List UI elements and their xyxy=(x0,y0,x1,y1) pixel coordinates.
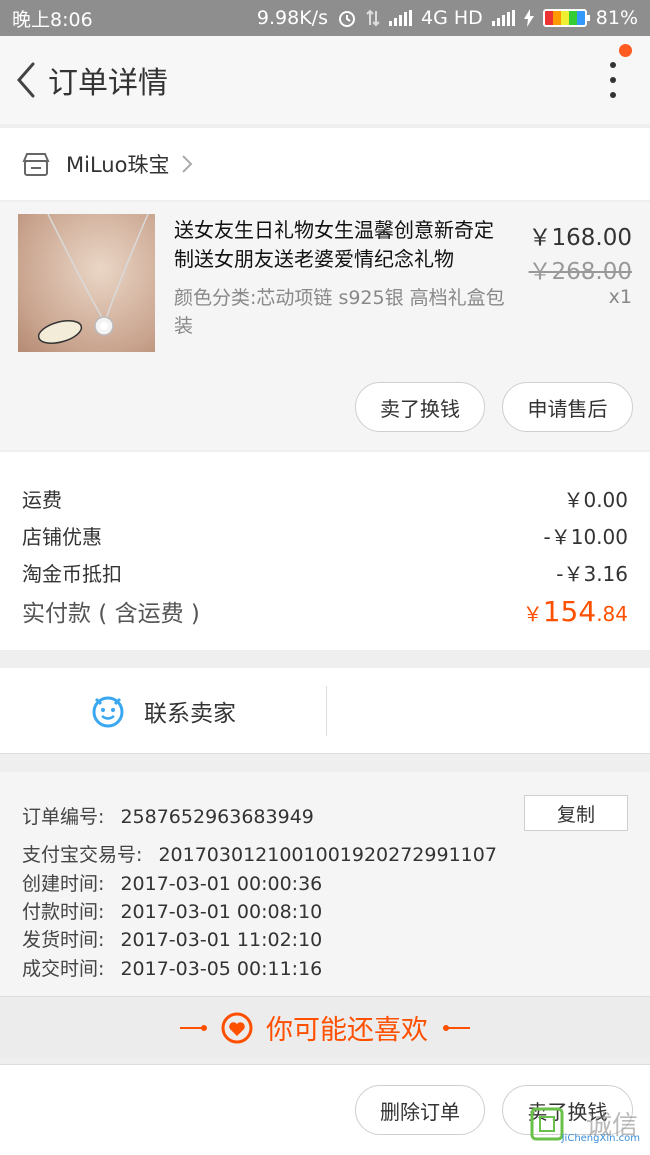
discount-value: -￥10.00 xyxy=(543,525,628,549)
order-number: 2587652963683949 xyxy=(120,806,314,828)
resell-button[interactable]: 卖了换钱 xyxy=(355,382,485,432)
shop-header[interactable]: MiLuo珠宝 xyxy=(0,128,650,200)
done-time: 2017-03-05 00:11:16 xyxy=(120,958,323,980)
coin-label: 淘金币抵扣 xyxy=(22,562,122,586)
page-title: 订单详情 xyxy=(48,66,168,101)
discount-row: 店铺优惠 -￥10.00 xyxy=(22,521,628,550)
bottom-bar: 删除订单 卖了换钱 诚信 JiChengXin.com xyxy=(0,1064,650,1155)
discount-label: 店铺优惠 xyxy=(22,525,102,549)
heart-icon xyxy=(221,1012,253,1043)
signal-icon-2 xyxy=(491,10,515,26)
status-bar: 晚上8:06 9.98K/s 4G HD 81% xyxy=(0,0,650,36)
order-info: 订单编号: 2587652963683949 复制 支付宝交易号: 201703… xyxy=(0,772,650,996)
product-spec: 颜色分类:芯动项链 s925银 高档礼盒包装 xyxy=(174,287,505,337)
paid-time: 2017-03-01 00:08:10 xyxy=(120,901,323,923)
signal-icon xyxy=(388,10,412,26)
battery-percent: 81% xyxy=(595,7,638,29)
alipay-row: 支付宝交易号: 2017030121001001920272991107 xyxy=(22,844,497,866)
coin-value: -￥3.16 xyxy=(556,562,628,586)
charging-icon xyxy=(523,9,534,27)
shipped-row: 发货时间: 2017-03-01 11:02:10 xyxy=(22,929,323,951)
network-speed: 9.98K/s xyxy=(256,7,328,29)
contact-seller-label: 联系卖家 xyxy=(144,701,236,727)
shipping-value: ￥0.00 xyxy=(563,488,628,512)
created-time: 2017-03-01 00:00:36 xyxy=(120,873,323,895)
recommend-header: 你可能还喜欢 xyxy=(0,996,650,1058)
order-number-row: 订单编号: 2587652963683949 xyxy=(22,806,314,828)
data-transfer-icon xyxy=(366,9,380,27)
contact-section: 联系卖家 xyxy=(0,668,650,754)
product-item[interactable]: 送女友生日礼物女生温馨创意新奇定制送女朋友送老婆爱情纪念礼物 颜色分类:芯动项链… xyxy=(0,202,650,450)
notification-dot xyxy=(619,44,632,57)
shipping-label: 运费 xyxy=(22,488,62,512)
copy-button[interactable]: 复制 xyxy=(524,795,628,831)
chevron-left-icon xyxy=(17,62,35,98)
chat-face-icon xyxy=(92,696,124,728)
line-arrow-icon xyxy=(180,1024,207,1031)
total-row: 实付款 ( 含运费 ) ￥154.84 xyxy=(22,594,628,628)
alipay-number: 2017030121001001920272991107 xyxy=(158,844,497,866)
chevron-right-icon xyxy=(182,155,193,173)
created-row: 创建时间: 2017-03-01 00:00:36 xyxy=(22,873,323,895)
product-title[interactable]: 送女友生日礼物女生温馨创意新奇定制送女朋友送老婆爱情纪念礼物 xyxy=(174,216,509,274)
shop-name: MiLuo珠宝 xyxy=(66,153,170,177)
total-label: 实付款 ( 含运费 ) xyxy=(22,601,200,627)
divider xyxy=(326,686,327,736)
nav-bar: 订单详情 xyxy=(0,36,650,124)
product-price: ￥168.00 xyxy=(528,225,632,251)
network-type: 4G HD xyxy=(420,7,483,29)
back-button[interactable] xyxy=(6,36,46,124)
coin-row: 淘金币抵扣 -￥3.16 xyxy=(22,558,628,587)
more-menu-button[interactable] xyxy=(606,62,620,98)
delete-order-button[interactable]: 删除订单 xyxy=(355,1085,485,1135)
product-original-price: ￥268.00 xyxy=(528,259,632,285)
contact-seller-button[interactable]: 联系卖家 xyxy=(0,668,326,754)
shop-icon xyxy=(22,153,50,176)
fee-summary: 运费 ￥0.00 店铺优惠 -￥10.00 淘金币抵扣 -￥3.16 实付款 (… xyxy=(0,452,650,650)
after-sale-button[interactable]: 申请售后 xyxy=(502,382,633,432)
paid-row: 付款时间: 2017-03-01 00:08:10 xyxy=(22,901,323,923)
total-value: ￥154.84 xyxy=(522,595,628,628)
battery-icon xyxy=(542,9,590,27)
line-arrow-icon-right xyxy=(443,1024,470,1031)
product-image[interactable] xyxy=(18,214,155,352)
alarm-icon xyxy=(338,11,355,27)
watermark: 诚信 JiChengXin.com xyxy=(524,1103,644,1147)
shipped-time: 2017-03-01 11:02:10 xyxy=(120,929,323,951)
watermark-logo-icon xyxy=(530,1107,564,1141)
recommend-label: 你可能还喜欢 xyxy=(266,1015,428,1046)
status-time: 晚上8:06 xyxy=(12,8,93,31)
necklace-illustration xyxy=(37,214,149,344)
product-quantity: x1 xyxy=(608,286,632,308)
done-row: 成交时间: 2017-03-05 00:11:16 xyxy=(22,958,323,980)
shipping-row: 运费 ￥0.00 xyxy=(22,484,628,513)
